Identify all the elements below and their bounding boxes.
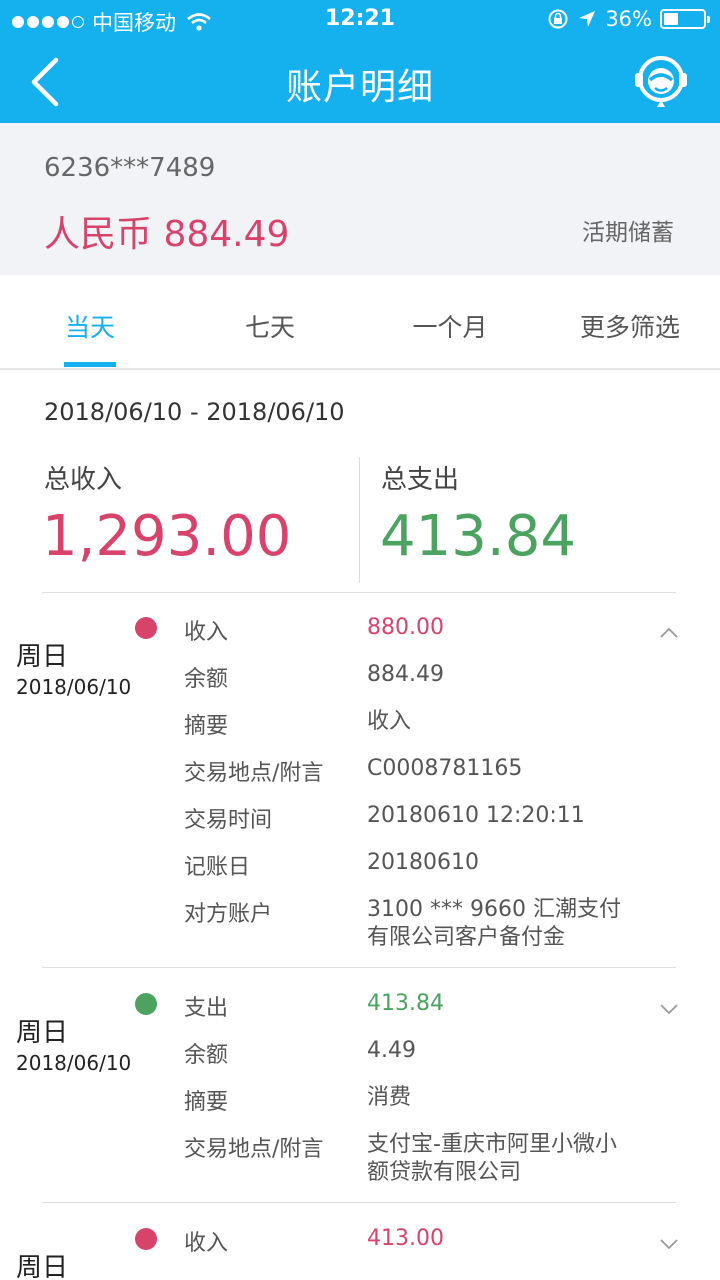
status-bar: 中国移动 12:21 36%	[0, 0, 720, 40]
booking-date-label: 记账日	[184, 855, 251, 880]
transaction-date: 2018/06/10	[16, 1051, 132, 1075]
chevron-down-icon[interactable]	[658, 1237, 680, 1251]
balance-label: 余额	[184, 1043, 229, 1068]
battery-level	[664, 13, 678, 25]
summary-value: 收入	[367, 709, 412, 734]
chevron-up-icon[interactable]	[658, 626, 680, 640]
weekday: 周日	[16, 1018, 69, 1048]
transaction-date: 2018/06/10	[16, 675, 132, 699]
place-value: C0008781165	[367, 756, 523, 781]
type-label: 支出	[184, 996, 229, 1021]
divider	[42, 592, 676, 593]
weekday: 周日	[16, 642, 69, 672]
amount: 880.00	[367, 615, 444, 640]
summary-value: 消费	[367, 1085, 412, 1110]
balance-value: 884.49	[367, 662, 444, 687]
total-income-label: 总收入	[44, 465, 123, 495]
battery-percent: 36%	[605, 7, 652, 31]
tab-seven-days[interactable]: 七天	[180, 308, 360, 344]
account-balance: 人民币 884.49	[44, 214, 290, 255]
summary-label: 摘要	[184, 714, 229, 739]
total-expense-value: 413.84	[380, 504, 576, 569]
page-title: 账户明细	[285, 67, 434, 108]
summary-divider	[359, 457, 360, 583]
weekday: 周日	[16, 1253, 69, 1280]
divider	[42, 1202, 676, 1203]
balance-value: 4.49	[367, 1038, 416, 1063]
total-income-value: 1,293.00	[42, 504, 292, 569]
place-value-line2: 额贷款有限公司	[367, 1160, 522, 1185]
counterparty-value-line1: 3100 *** 9660 汇潮支付	[367, 897, 621, 922]
place-label: 交易地点/附言	[184, 761, 324, 786]
chevron-down-icon[interactable]	[658, 1002, 680, 1016]
rotation-lock-icon	[548, 9, 568, 29]
booking-date-value: 20180610	[367, 850, 479, 875]
tab-one-month[interactable]: 一个月	[360, 308, 540, 344]
account-card: 6236***7489 人民币 884.49 活期储蓄	[0, 123, 720, 275]
customer-service-button[interactable]	[630, 50, 692, 112]
type-label: 收入	[184, 1231, 229, 1256]
counterparty-label: 对方账户	[184, 902, 273, 927]
status-right: 36%	[547, 7, 710, 31]
total-expense-label: 总支出	[381, 465, 460, 495]
place-label: 交易地点/附言	[184, 1137, 324, 1162]
summary-label: 摘要	[184, 1090, 229, 1115]
battery-icon	[660, 9, 710, 29]
income-dot	[135, 1228, 157, 1250]
divider	[42, 967, 676, 968]
balance-label: 余额	[184, 667, 229, 692]
account-number: 6236***7489	[44, 153, 216, 183]
income-dot	[135, 617, 157, 639]
counterparty-value-line2: 有限公司客户备付金	[367, 925, 566, 950]
active-tab-indicator	[64, 362, 116, 367]
expense-dot	[135, 993, 157, 1015]
time-value: 20180610 12:20:11	[367, 803, 585, 828]
nav-bar: 账户明细	[0, 40, 720, 123]
amount: 413.84	[367, 991, 444, 1016]
tab-more-filters[interactable]: 更多筛选	[540, 308, 720, 344]
account-type: 活期储蓄	[582, 220, 674, 246]
date-range: 2018/06/10 - 2018/06/10	[44, 398, 345, 426]
period-tabs: 当天 七天 一个月 更多筛选	[0, 276, 720, 370]
location-icon	[579, 11, 596, 27]
time-label: 交易时间	[184, 808, 273, 833]
app-header: 中国移动 12:21 36% 账户明细	[0, 0, 720, 123]
place-value-line1: 支付宝-重庆市阿里小微小	[367, 1132, 617, 1157]
amount: 413.00	[367, 1226, 444, 1251]
customer-service-icon	[635, 56, 687, 107]
type-label: 收入	[184, 620, 229, 645]
tab-today[interactable]: 当天	[0, 308, 180, 344]
